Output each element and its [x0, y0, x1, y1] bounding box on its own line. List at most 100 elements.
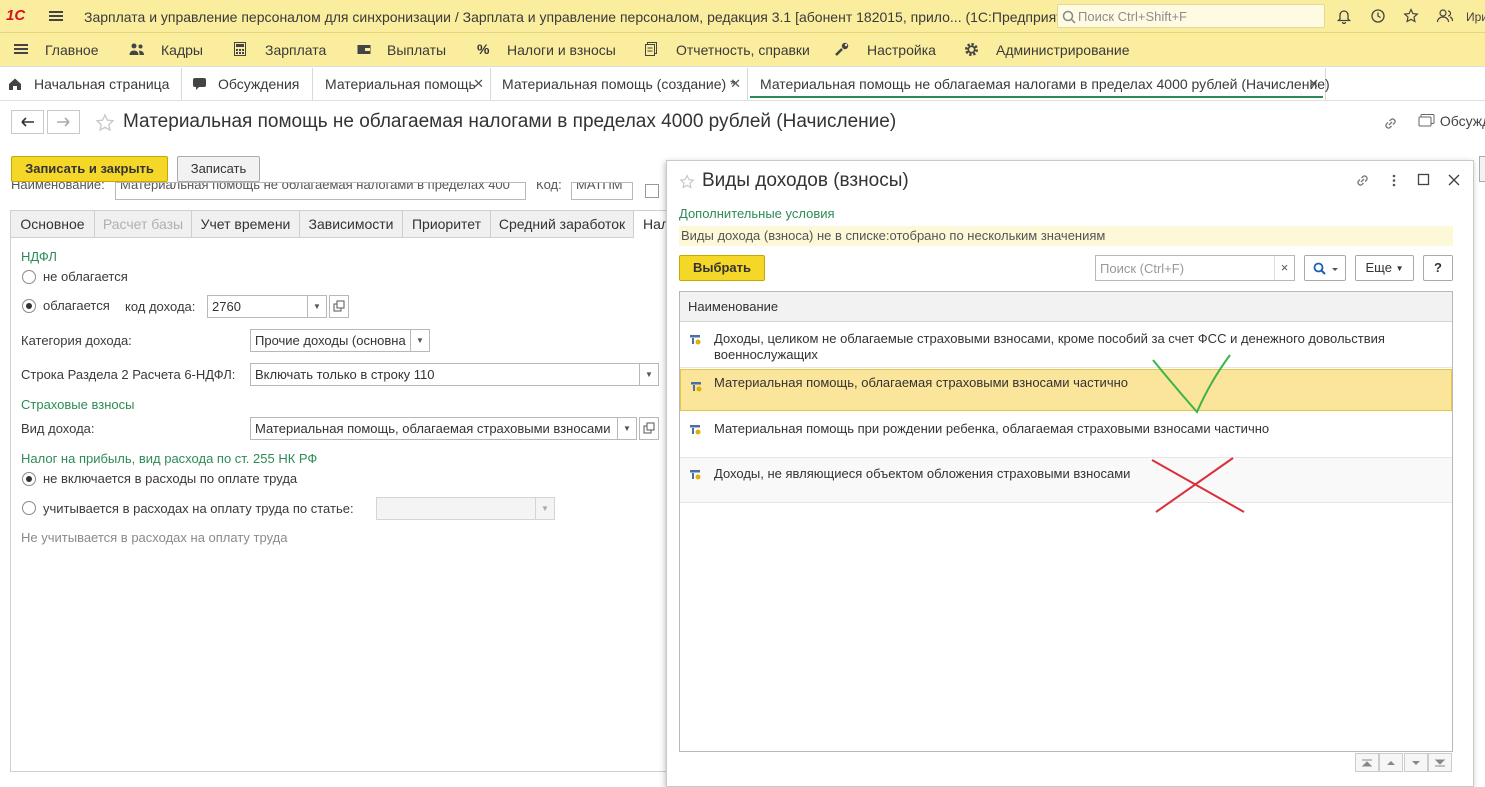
close-icon[interactable]	[1447, 173, 1461, 187]
history-icon[interactable]	[1370, 8, 1386, 24]
list-item-text: Доходы, не являющиеся объектом обложения…	[714, 466, 1131, 481]
global-search-input[interactable]: Поиск Ctrl+Shift+F	[1057, 4, 1325, 28]
gear-icon	[964, 42, 979, 57]
partial-button[interactable]	[1479, 156, 1485, 182]
section-payments[interactable]: Выплаты	[387, 42, 446, 58]
checkbox[interactable]	[645, 184, 659, 198]
income-type-field[interactable]: Материальная помощь, облагаемая страховы…	[250, 417, 618, 440]
taxed-radio[interactable]	[22, 299, 36, 313]
main-menu-icon[interactable]	[48, 8, 64, 24]
expense-article-dropdown-icon[interactable]: ▼	[535, 497, 555, 520]
catalog-item-icon	[691, 382, 702, 392]
more-label: Еще	[1365, 260, 1392, 275]
included-label: учитывается в расходах на оплату труда п…	[43, 501, 354, 516]
clear-search-icon[interactable]: ×	[1274, 256, 1294, 280]
income-code-dropdown-icon[interactable]: ▼	[307, 295, 327, 318]
open-tabs-bar: Начальная страница Обсуждения Материальн…	[0, 68, 1485, 101]
link-icon[interactable]	[1382, 115, 1399, 132]
tab-material-aid[interactable]: Материальная помощь ✕	[313, 68, 491, 100]
income-code-label: код дохода:	[125, 299, 196, 314]
help-button[interactable]: ?	[1423, 255, 1453, 281]
app-title: Зарплата и управление персоналом для син…	[84, 9, 1083, 25]
list-item-text: Материальная помощь, облагаемая страховы…	[714, 375, 1129, 390]
section-settings[interactable]: Настройка	[867, 42, 936, 58]
form-tab-dependencies[interactable]: Зависимости	[300, 211, 403, 238]
search-options-button[interactable]	[1304, 255, 1346, 281]
income-type-label: Вид дохода:	[21, 421, 95, 436]
discuss-button[interactable]: Обсужд	[1418, 113, 1485, 129]
category-field[interactable]: Прочие доходы (основна	[250, 329, 411, 352]
section-admin[interactable]: Администрирование	[996, 42, 1130, 58]
list-item-selected[interactable]: Материальная помощь, облагаемая страховы…	[680, 369, 1452, 411]
open-icon[interactable]	[639, 417, 659, 440]
list-item[interactable]: Доходы, не являющиеся объектом обложения…	[680, 458, 1452, 503]
not-taxed-label: не облагается	[43, 269, 128, 284]
code-field[interactable]: МАТПМ	[571, 182, 633, 200]
form-tab-main[interactable]: Основное	[11, 211, 95, 238]
line-6ndfl-field[interactable]: Включать только в строку 110	[250, 363, 640, 386]
included-radio[interactable]	[22, 501, 36, 515]
tab-material-aid-accrual[interactable]: Материальная помощь не облагаемая налога…	[748, 68, 1330, 100]
additional-conditions-link[interactable]: Дополнительные условия	[679, 206, 835, 221]
form-tab-taxes[interactable]: Нал	[634, 211, 668, 238]
catalog-item-icon	[690, 335, 701, 345]
calculator-icon	[234, 42, 246, 56]
section-reports[interactable]: Отчетность, справки	[676, 42, 810, 58]
taxed-label: облагается	[43, 298, 110, 313]
current-user[interactable]: Ири	[1466, 10, 1485, 24]
maximize-icon[interactable]	[1417, 173, 1431, 187]
income-code-field[interactable]: 2760	[207, 295, 308, 318]
save-button[interactable]: Записать	[177, 156, 260, 182]
list-item[interactable]: Материальная помощь при рождении ребенка…	[680, 413, 1452, 458]
not-taxed-radio[interactable]	[22, 270, 36, 284]
not-included-radio[interactable]	[22, 472, 36, 486]
back-button[interactable]	[11, 110, 44, 134]
wallet-icon	[357, 42, 371, 56]
tab-close-icon[interactable]: ✕	[473, 68, 484, 100]
list-item-text: Доходы, целиком не облагаемые страховыми…	[714, 331, 1385, 362]
tab-discussions[interactable]: Обсуждения	[182, 68, 313, 100]
form-tab-priority[interactable]: Приоритет	[403, 211, 491, 238]
section-taxes[interactable]: Налоги и взносы	[507, 42, 616, 58]
favorite-star-icon[interactable]	[679, 174, 695, 190]
discuss-label: Обсужд	[1439, 113, 1485, 129]
scroll-bottom-button[interactable]	[1428, 753, 1452, 772]
dialog-search-placeholder: Поиск (Ctrl+F)	[1100, 261, 1185, 276]
name-field[interactable]: Материальная помощь не облагаемая налога…	[115, 182, 526, 200]
line-6ndfl-dropdown-icon[interactable]: ▼	[639, 363, 659, 386]
save-and-close-button[interactable]: Записать и закрыть	[11, 156, 168, 182]
catalog-item-icon	[690, 470, 701, 480]
scroll-up-button[interactable]	[1379, 753, 1403, 772]
link-icon[interactable]	[1354, 172, 1371, 189]
list-item[interactable]: Доходы, целиком не облагаемые страховыми…	[680, 323, 1452, 368]
favorite-star-icon[interactable]	[95, 113, 115, 133]
forward-button[interactable]	[47, 110, 80, 134]
income-type-dropdown-icon[interactable]: ▼	[617, 417, 637, 440]
section-main[interactable]: Главное	[45, 42, 99, 58]
open-icon[interactable]	[329, 295, 349, 318]
form-tab-base-calc[interactable]: Расчет базы	[95, 211, 192, 238]
dialog-search-input[interactable]: Поиск (Ctrl+F) ×	[1095, 255, 1295, 281]
more-button[interactable]: Еще ▼	[1355, 255, 1414, 281]
scroll-down-button[interactable]	[1404, 753, 1428, 772]
tab-home[interactable]: Начальная страница	[0, 68, 182, 100]
tab-close-icon[interactable]: ✕	[730, 68, 741, 100]
section-hr[interactable]: Кадры	[161, 42, 203, 58]
form-tab-time[interactable]: Учет времени	[192, 211, 300, 238]
expense-article-field[interactable]	[376, 497, 536, 520]
more-vertical-icon[interactable]	[1388, 172, 1400, 189]
tab-material-aid-create[interactable]: Материальная помощь (создание) * ✕	[491, 68, 748, 100]
bell-icon[interactable]	[1336, 8, 1352, 24]
tab-close-icon[interactable]: ✕	[1308, 68, 1319, 100]
star-icon[interactable]	[1403, 8, 1419, 24]
home-icon	[9, 78, 21, 90]
column-header-name[interactable]: Наименование	[680, 292, 1452, 322]
form-tab-average-earnings[interactable]: Средний заработок	[491, 211, 634, 238]
users-icon[interactable]	[1436, 8, 1454, 24]
scroll-top-button[interactable]	[1355, 753, 1379, 772]
filter-info: Виды дохода (взноса) не в списке:отобран…	[679, 226, 1453, 246]
global-search-placeholder: Поиск Ctrl+Shift+F	[1078, 9, 1187, 24]
select-button[interactable]: Выбрать	[679, 255, 765, 281]
category-dropdown-icon[interactable]: ▼	[410, 329, 430, 352]
section-salary[interactable]: Зарплата	[265, 42, 326, 58]
